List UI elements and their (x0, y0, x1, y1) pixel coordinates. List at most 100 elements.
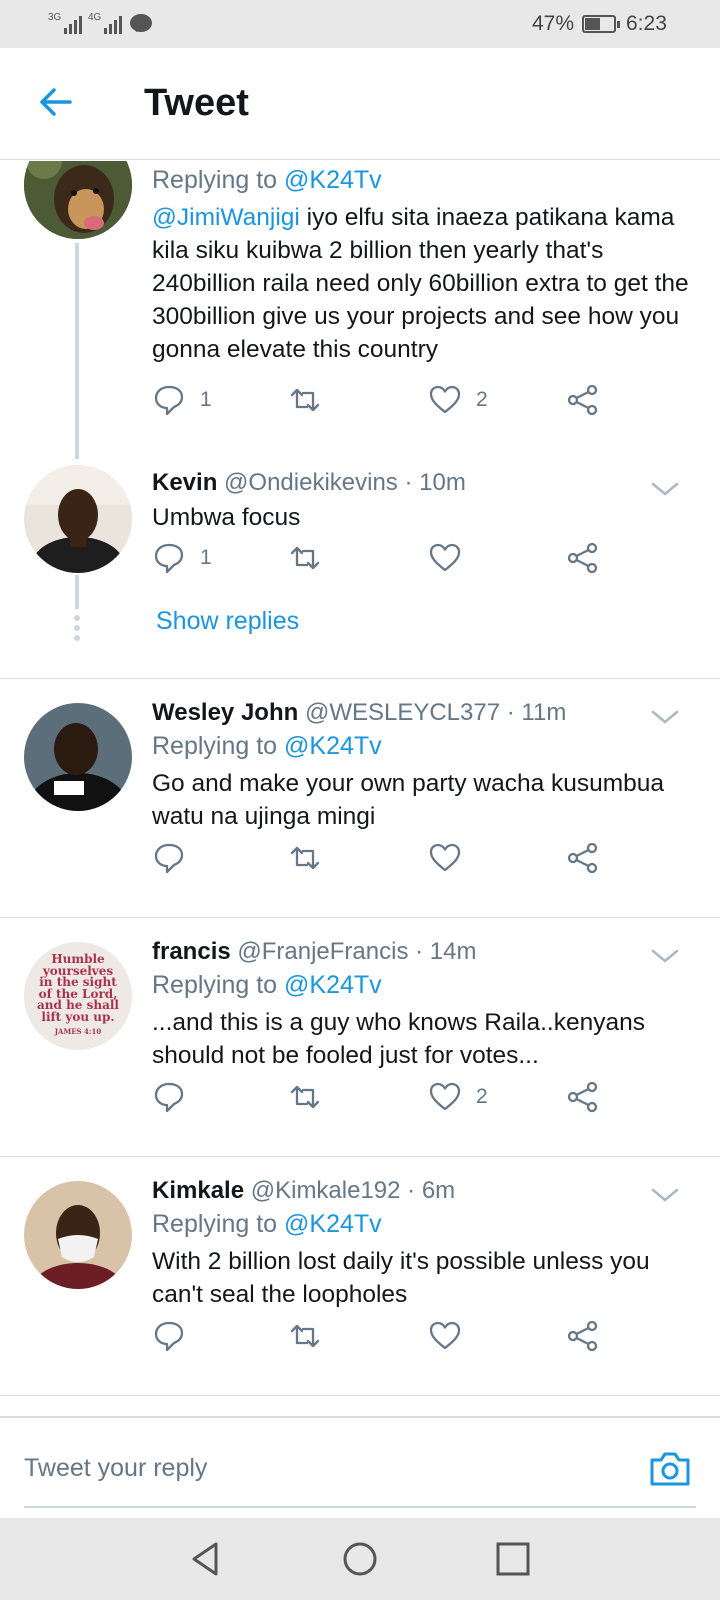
replying-to-link[interactable]: @K24Tv (284, 1210, 382, 1238)
like-button[interactable] (428, 1319, 462, 1353)
tweet-body: Kevin @Ondiekikevins · 10m Umbwa focus (152, 467, 692, 534)
like-button[interactable]: 2 (428, 1080, 488, 1114)
page-title: Tweet (144, 82, 249, 124)
replying-to-link[interactable]: @K24Tv (284, 732, 382, 760)
signal-3g-icon: 3G (48, 12, 83, 34)
replying-to: Replying to @K24Tv (152, 971, 382, 999)
divider (0, 678, 720, 679)
tweet-text: Umbwa focus (152, 504, 301, 531)
nav-recents-icon[interactable] (490, 1536, 536, 1582)
tweet-time: · 14m (415, 938, 477, 965)
retweet-button[interactable] (288, 1080, 322, 1114)
system-nav-bar (0, 1518, 720, 1600)
tweet-time: · 6m (407, 1177, 456, 1204)
retweet-button[interactable] (288, 1319, 322, 1353)
reply-button[interactable]: 1 (152, 541, 212, 575)
tweet-time: · 10m (404, 469, 466, 496)
battery-icon (582, 15, 620, 33)
tweet-meta: Kevin @Ondiekikevins · 10m (152, 467, 692, 499)
thread-connector (75, 243, 79, 459)
reply-input[interactable]: Tweet your reply (24, 1454, 207, 1483)
chevron-down-icon[interactable] (650, 1185, 680, 1205)
reply-icon (154, 843, 184, 874)
share-button[interactable] (566, 383, 600, 417)
like-button[interactable] (428, 541, 462, 575)
divider (0, 917, 720, 918)
reply-icon (154, 543, 184, 574)
avatar[interactable]: Humble yourselves in the sight of the Lo… (24, 942, 132, 1050)
user-name[interactable]: francis (152, 938, 231, 965)
share-button[interactable] (566, 541, 600, 575)
thread-connector (75, 575, 79, 609)
nav-home-icon[interactable] (337, 1536, 383, 1582)
heart-icon (429, 543, 461, 572)
tweet-text: @JimiWanjigi iyo elfu sita inaeza patika… (152, 204, 689, 363)
share-button[interactable] (566, 1080, 600, 1114)
retweet-icon (290, 546, 320, 570)
replying-to: Replying to @K24Tv (152, 732, 382, 760)
user-name[interactable]: Wesley John (152, 699, 298, 726)
retweet-button[interactable] (288, 541, 322, 575)
reply-feed[interactable]: Replying to @K24Tv @JimiWanjigi iyo elfu… (0, 161, 720, 1416)
tweet-meta: francis @FranjeFrancis · 14m (152, 936, 692, 968)
user-handle[interactable]: @WESLEYCL377 (305, 699, 500, 726)
tweet-actions: 1 2 (152, 383, 632, 423)
reply-icon (154, 385, 184, 416)
share-button[interactable] (566, 1319, 600, 1353)
user-name[interactable]: Kimkale (152, 1177, 244, 1204)
status-bar: 3G 4G 47% 6:23 (0, 0, 720, 48)
battery-percent: 47% (532, 12, 575, 35)
reply-composer: Tweet your reply (0, 1416, 720, 1518)
user-handle[interactable]: @FranjeFrancis (237, 938, 408, 965)
replying-to-link[interactable]: @K24Tv (284, 166, 382, 194)
retweet-icon (290, 1324, 320, 1348)
like-button[interactable] (428, 841, 462, 875)
chevron-down-icon[interactable] (650, 479, 680, 499)
show-replies-link[interactable]: Show replies (156, 607, 299, 636)
input-underline (24, 1506, 696, 1508)
retweet-icon (290, 846, 320, 870)
tweet-text: Go and make your own party wacha kusumbu… (152, 770, 665, 830)
reply-button[interactable] (152, 841, 186, 875)
replying-to: Replying to @K24Tv (152, 166, 382, 194)
heart-icon (429, 843, 461, 872)
tweet-text: With 2 billion lost daily it's possible … (152, 1248, 650, 1308)
avatar[interactable] (24, 465, 132, 573)
signal-4g-icon: 4G (88, 12, 123, 34)
reply-button[interactable] (152, 1319, 186, 1353)
reply-count: 1 (200, 546, 212, 569)
camera-icon[interactable] (648, 1448, 692, 1488)
user-name[interactable]: Kevin (152, 469, 217, 496)
tweet-meta: Kimkale @Kimkale192 · 6m (152, 1175, 692, 1207)
chevron-down-icon[interactable] (650, 946, 680, 966)
user-handle[interactable]: @Kimkale192 (251, 1177, 401, 1204)
retweet-button[interactable] (288, 383, 322, 417)
user-handle[interactable]: @Ondiekikevins (224, 469, 398, 496)
share-icon (567, 1081, 598, 1113)
share-icon (567, 384, 598, 416)
avatar[interactable] (24, 1181, 132, 1289)
replying-to-link[interactable]: @K24Tv (284, 971, 382, 999)
tweet-time: · 11m (506, 699, 567, 726)
retweet-button[interactable] (288, 841, 322, 875)
avatar[interactable] (24, 703, 132, 811)
avatar[interactable] (24, 161, 132, 239)
tweet-actions (152, 841, 632, 881)
nav-back-icon[interactable] (184, 1536, 230, 1582)
like-count: 2 (476, 1085, 488, 1108)
share-button[interactable] (566, 841, 600, 875)
like-count: 2 (476, 388, 488, 411)
divider (0, 1156, 720, 1157)
back-arrow-icon[interactable] (36, 82, 76, 122)
divider (0, 1395, 720, 1396)
mention-link[interactable]: @JimiWanjigi (152, 204, 300, 231)
tweet-body: Wesley John @WESLEYCL377 · 11m Replying … (152, 697, 692, 833)
tweet-actions: 2 (152, 1080, 632, 1120)
reply-button[interactable] (152, 1080, 186, 1114)
share-icon (567, 1320, 598, 1352)
tweet-body: Kimkale @Kimkale192 · 6m Replying to @K2… (152, 1175, 692, 1311)
reply-count: 1 (200, 388, 212, 411)
reply-button[interactable]: 1 (152, 383, 212, 417)
chevron-down-icon[interactable] (650, 707, 680, 727)
like-button[interactable]: 2 (428, 383, 488, 417)
